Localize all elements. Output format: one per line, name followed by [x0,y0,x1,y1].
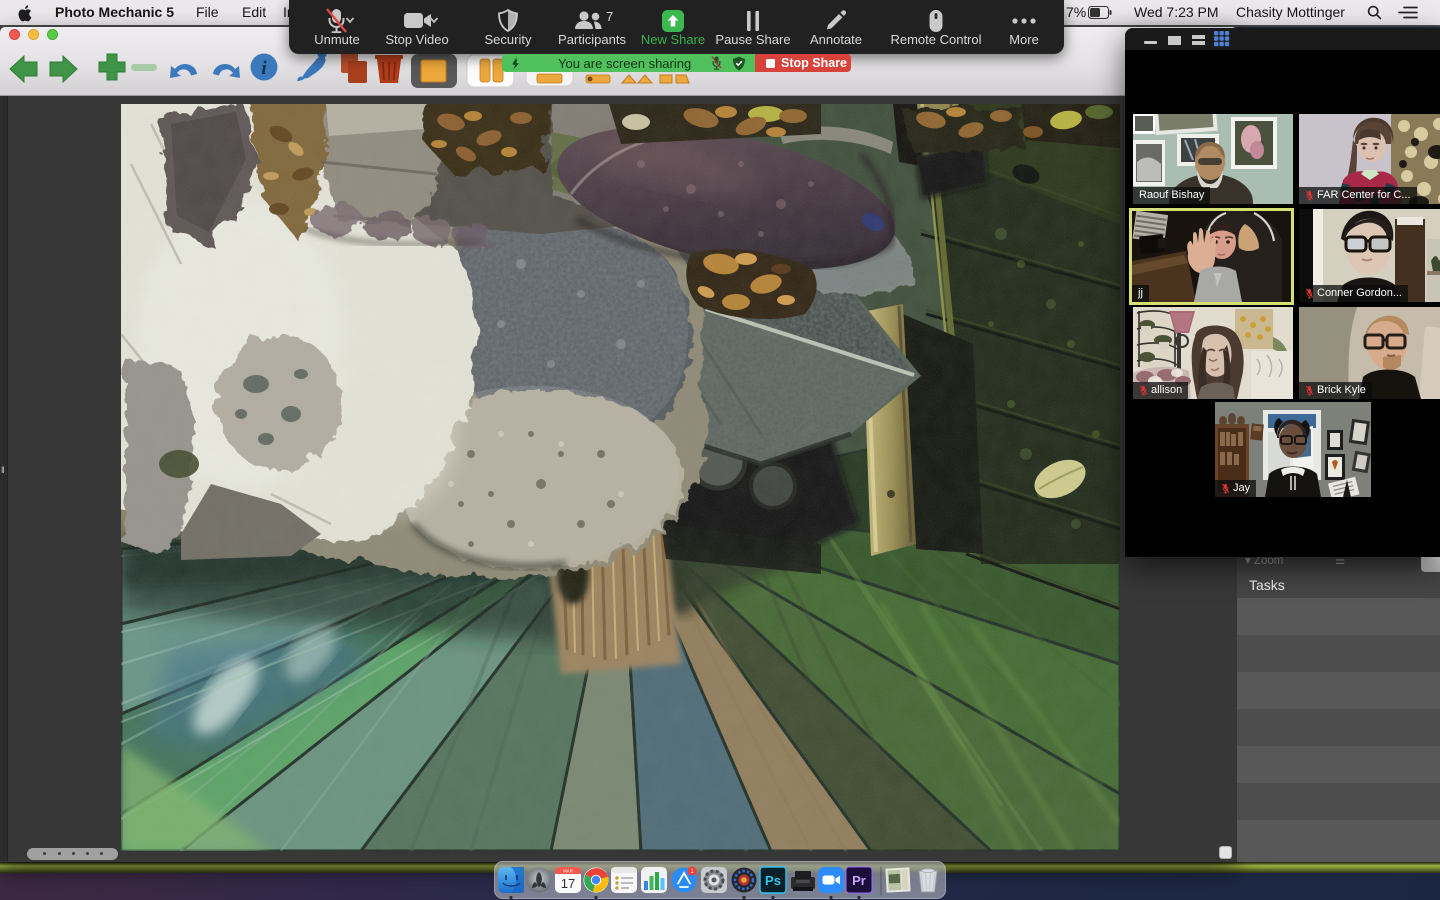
svg-text:Ps: Ps [765,873,781,888]
svg-text:7: 7 [606,9,613,24]
svg-text:Pr: Pr [852,873,866,888]
svg-text:17: 17 [561,876,575,891]
svg-text:i: i [261,58,267,79]
svg-text:MAR: MAR [563,869,573,874]
